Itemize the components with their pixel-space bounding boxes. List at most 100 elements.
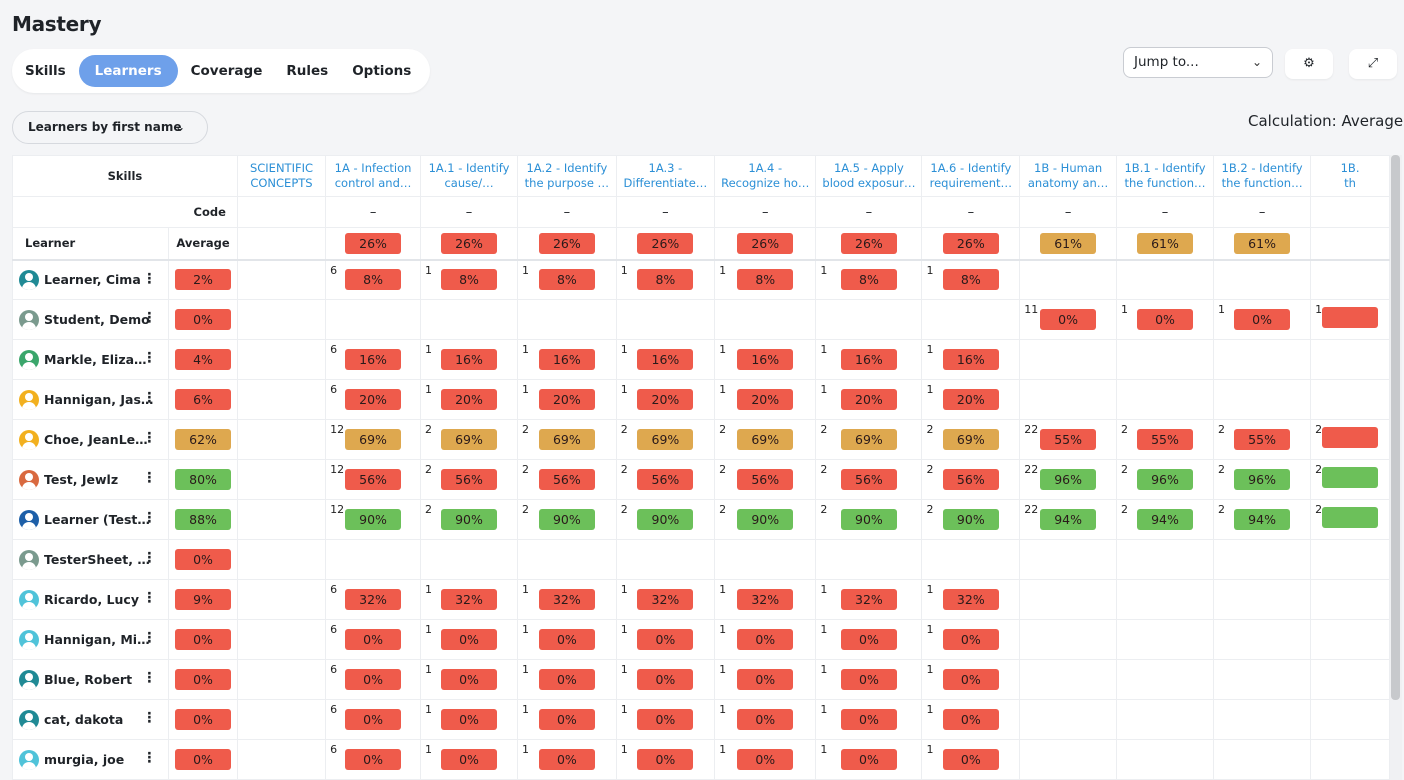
- mastery-cell[interactable]: [1213, 659, 1312, 700]
- mastery-cell[interactable]: [1310, 339, 1390, 380]
- learner-cell[interactable]: Blue, Robert ⋮: [12, 659, 170, 700]
- mastery-cell[interactable]: 1 0%: [517, 739, 617, 780]
- more-options-icon[interactable]: ⋮: [142, 631, 156, 645]
- mastery-cell[interactable]: 1 32%: [815, 579, 923, 620]
- mastery-cell[interactable]: [1213, 539, 1312, 580]
- skill-header[interactable]: 1A.6 - Identify requirement…: [921, 155, 1021, 197]
- mastery-cell[interactable]: 1 32%: [517, 579, 617, 620]
- mastery-cell[interactable]: 1 32%: [615, 579, 716, 620]
- mastery-cell[interactable]: [236, 339, 327, 380]
- more-options-icon[interactable]: ⋮: [142, 671, 156, 685]
- mastery-cell[interactable]: 1 0%: [815, 739, 923, 780]
- learner-cell[interactable]: Learner, Cima ⋮: [12, 259, 170, 300]
- mastery-cell[interactable]: [1019, 619, 1117, 660]
- mastery-cell[interactable]: 1 0%: [714, 739, 817, 780]
- mastery-cell[interactable]: 1 20%: [517, 379, 617, 420]
- learner-cell[interactable]: Choe, JeanLear… ⋮: [12, 419, 170, 460]
- learner-cell[interactable]: TesterSheet, Julia⋮: [12, 539, 170, 580]
- mastery-cell[interactable]: 1 8%: [517, 259, 617, 300]
- mastery-cell[interactable]: 1 0%: [517, 619, 617, 660]
- more-options-icon[interactable]: ⋮: [142, 551, 156, 565]
- mastery-cell[interactable]: 1 8%: [420, 259, 518, 300]
- mastery-cell[interactable]: [236, 299, 327, 340]
- mastery-cell[interactable]: [1115, 699, 1215, 740]
- mastery-cell[interactable]: 1 0%: [921, 699, 1021, 740]
- mastery-cell[interactable]: 2 90%: [815, 499, 923, 540]
- mastery-cell[interactable]: 2 94%: [1213, 499, 1312, 540]
- learner-name[interactable]: Student, Demo: [44, 312, 150, 327]
- learners-sort-dropdown[interactable]: Learners by first name ⌄: [12, 111, 208, 144]
- skill-header[interactable]: 1A.3 - Differentiate…: [615, 155, 716, 197]
- mastery-cell[interactable]: 6 32%: [325, 579, 422, 620]
- skill-header[interactable]: 1B.1 - Identify the function…: [1115, 155, 1215, 197]
- mastery-cell[interactable]: [1310, 259, 1390, 300]
- learner-name[interactable]: Blue, Robert: [44, 672, 132, 687]
- mastery-cell[interactable]: [1115, 619, 1215, 660]
- more-options-icon[interactable]: ⋮: [142, 351, 156, 365]
- learner-name[interactable]: Learner, Cima: [44, 272, 141, 287]
- mastery-cell[interactable]: 1 0%: [615, 619, 716, 660]
- mastery-cell[interactable]: 2 90%: [921, 499, 1021, 540]
- mastery-cell[interactable]: 22 96%: [1019, 459, 1117, 500]
- mastery-cell[interactable]: [1019, 699, 1117, 740]
- mastery-cell[interactable]: 2 56%: [517, 459, 617, 500]
- mastery-cell[interactable]: [815, 299, 923, 340]
- mastery-cell[interactable]: [517, 299, 617, 340]
- mastery-cell[interactable]: 1 0%: [1213, 299, 1312, 340]
- mastery-cell[interactable]: 1 20%: [714, 379, 817, 420]
- mastery-cell[interactable]: 1 32%: [420, 579, 518, 620]
- mastery-cell[interactable]: 1 8%: [815, 259, 923, 300]
- mastery-cell[interactable]: [1115, 579, 1215, 620]
- mastery-cell[interactable]: 1 16%: [815, 339, 923, 380]
- mastery-cell[interactable]: [1310, 579, 1390, 620]
- mastery-cell[interactable]: [1310, 619, 1390, 660]
- mastery-cell[interactable]: 1 0%: [420, 699, 518, 740]
- mastery-cell[interactable]: 1 0%: [921, 659, 1021, 700]
- learner-name[interactable]: murgia, joe: [44, 752, 124, 767]
- mastery-cell[interactable]: [236, 259, 327, 300]
- learner-cell[interactable]: Learner (Test), J…⋮: [12, 499, 170, 540]
- mastery-cell[interactable]: [236, 619, 327, 660]
- mastery-cell[interactable]: [236, 579, 327, 620]
- mastery-cell[interactable]: 1 0%: [517, 699, 617, 740]
- mastery-cell[interactable]: 2 69%: [420, 419, 518, 460]
- mastery-cell[interactable]: 2 90%: [615, 499, 716, 540]
- more-options-icon[interactable]: ⋮: [142, 272, 156, 286]
- mastery-cell[interactable]: 1 32%: [714, 579, 817, 620]
- mastery-cell[interactable]: [1310, 379, 1390, 420]
- mastery-cell[interactable]: 6 8%: [325, 259, 422, 300]
- mastery-cell[interactable]: 2: [1310, 499, 1390, 540]
- more-options-icon[interactable]: ⋮: [142, 511, 156, 525]
- jump-to-select[interactable]: Jump to... ⌄: [1123, 47, 1273, 78]
- mastery-cell[interactable]: [1115, 659, 1215, 700]
- mastery-cell[interactable]: [1213, 579, 1312, 620]
- more-options-icon[interactable]: ⋮: [142, 711, 156, 725]
- mastery-cell[interactable]: [236, 379, 327, 420]
- skill-header[interactable]: 1A.1 - Identify cause/…: [420, 155, 518, 197]
- mastery-cell[interactable]: 1 16%: [714, 339, 817, 380]
- mastery-cell[interactable]: 1 0%: [815, 699, 923, 740]
- mastery-cell[interactable]: 1 32%: [921, 579, 1021, 620]
- mastery-cell[interactable]: [236, 499, 327, 540]
- mastery-cell[interactable]: [1213, 379, 1312, 420]
- mastery-cell[interactable]: [1115, 379, 1215, 420]
- mastery-cell[interactable]: [1115, 259, 1215, 300]
- mastery-cell[interactable]: [1310, 739, 1390, 780]
- tab-skills[interactable]: Skills: [14, 55, 77, 87]
- learner-name[interactable]: Ricardo, Lucy: [44, 592, 139, 607]
- mastery-cell[interactable]: 2 56%: [714, 459, 817, 500]
- mastery-cell[interactable]: 2 55%: [1115, 419, 1215, 460]
- mastery-cell[interactable]: 1 8%: [921, 259, 1021, 300]
- vertical-scrollbar-thumb[interactable]: [1391, 155, 1400, 700]
- mastery-cell[interactable]: 2 96%: [1213, 459, 1312, 500]
- mastery-cell[interactable]: 1 0%: [714, 619, 817, 660]
- tab-learners[interactable]: Learners: [78, 55, 178, 87]
- mastery-cell[interactable]: 6 0%: [325, 739, 422, 780]
- mastery-cell[interactable]: 1: [1310, 299, 1390, 340]
- mastery-cell[interactable]: 2 56%: [921, 459, 1021, 500]
- learner-cell[interactable]: murgia, joe ⋮: [12, 739, 170, 780]
- skill-header[interactable]: 1A.4 - Recognize ho…: [714, 155, 817, 197]
- mastery-cell[interactable]: [420, 299, 518, 340]
- mastery-cell[interactable]: 2 69%: [921, 419, 1021, 460]
- mastery-cell[interactable]: [1115, 739, 1215, 780]
